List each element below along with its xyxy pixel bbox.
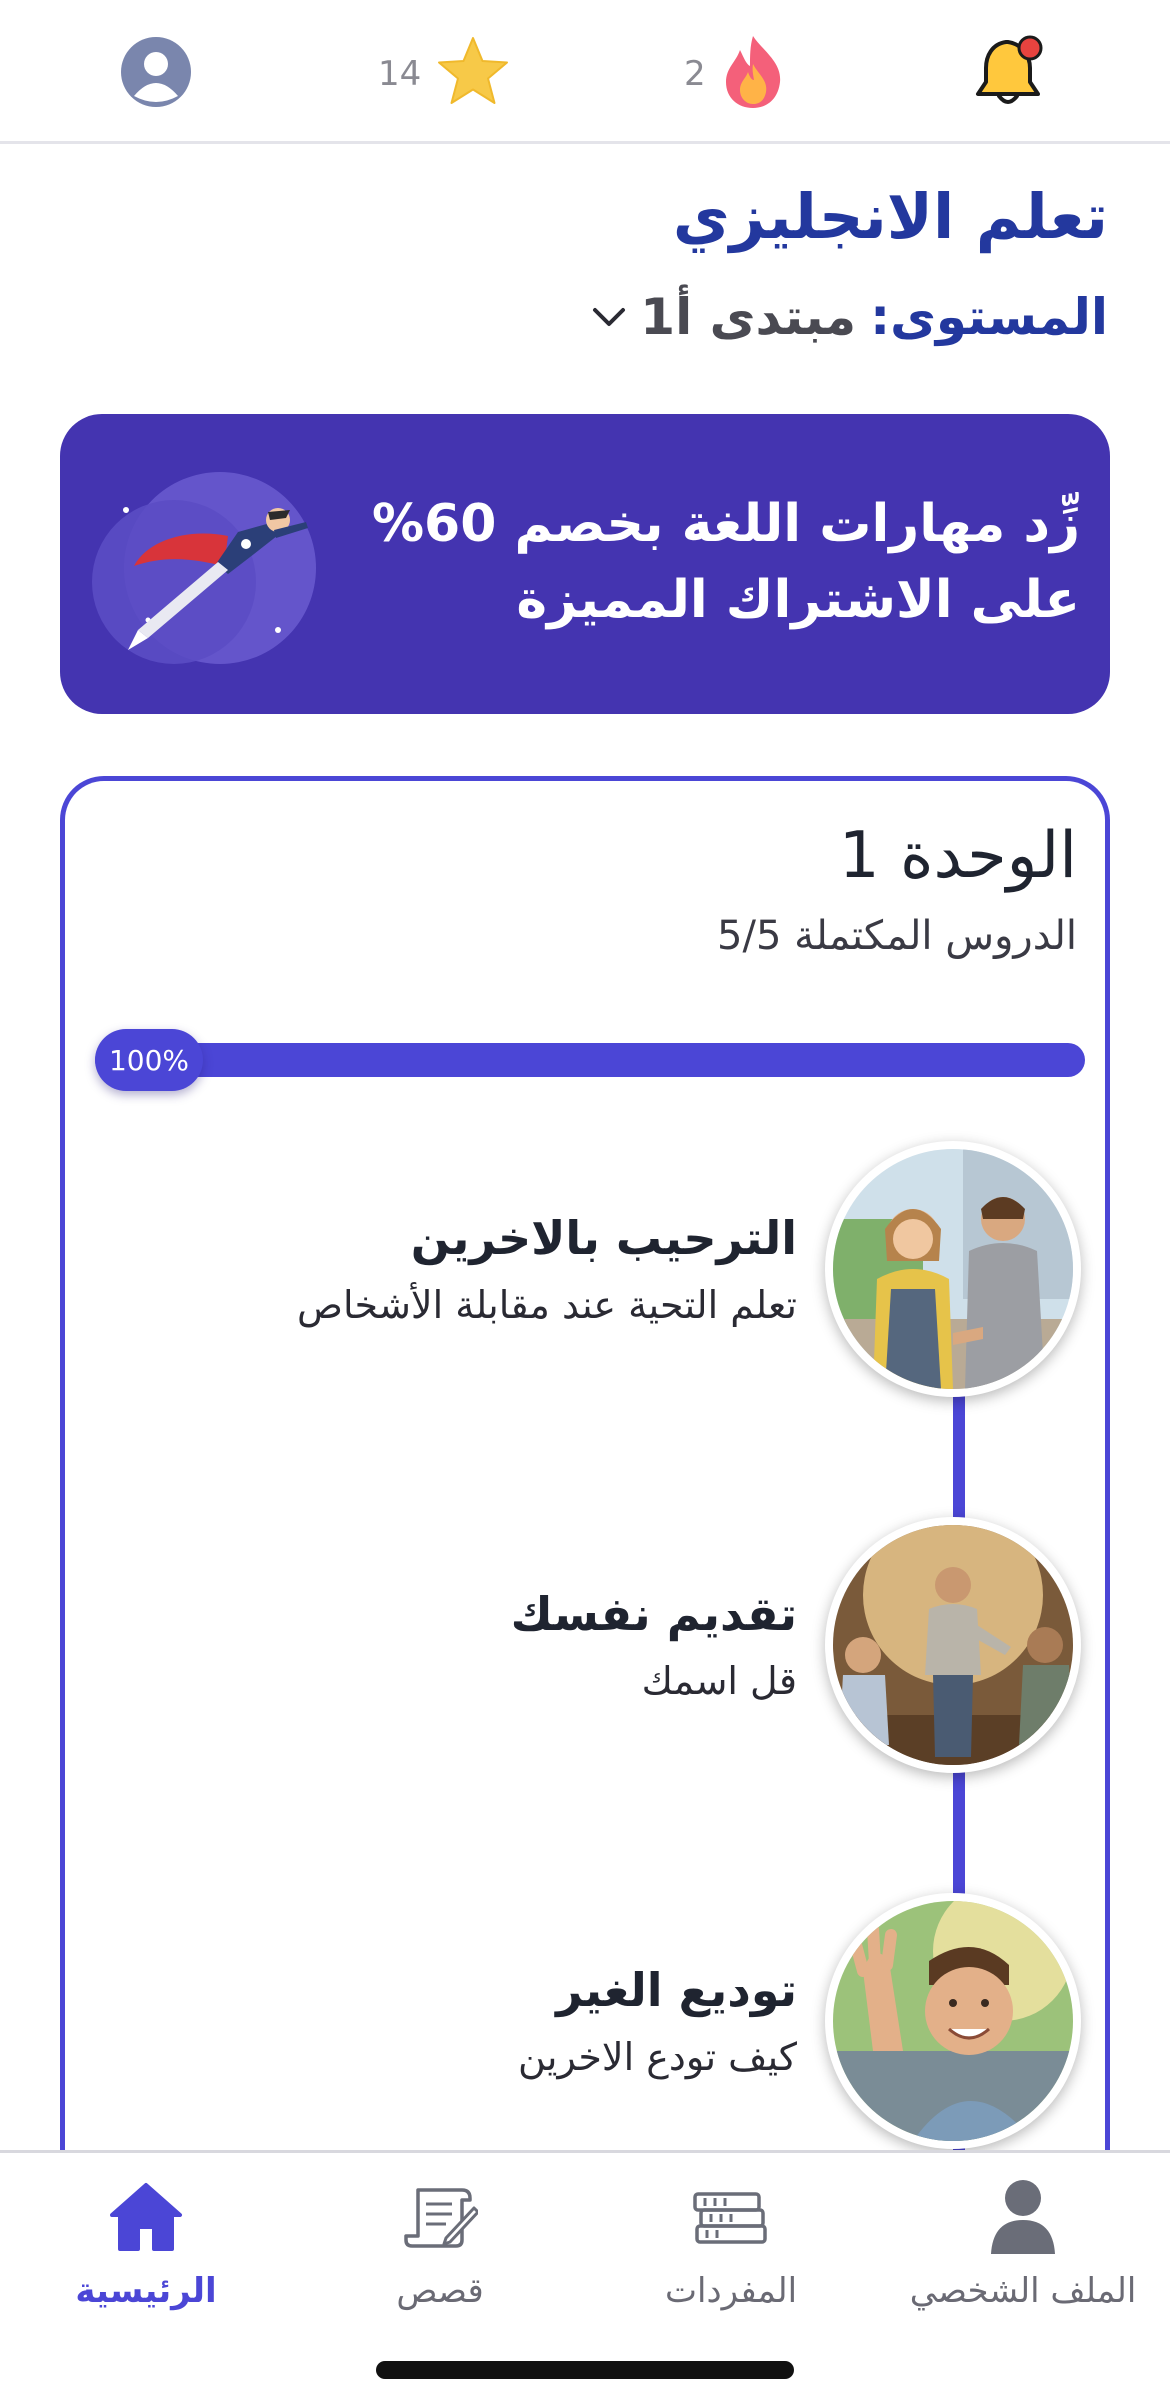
home-icon — [108, 2175, 184, 2259]
avatar-icon — [120, 36, 192, 112]
nav-item-home[interactable]: الرئيسية — [16, 2175, 276, 2325]
lesson-title: الترحيب بالاخرين — [410, 1211, 797, 1265]
home-indicator — [376, 2361, 794, 2379]
lesson-description: تعلم التحية عند مقابلة الأشخاص — [297, 1283, 797, 1327]
user-avatar[interactable] — [120, 34, 192, 114]
promo-text: زِّد مهارات اللغة بخصم 60% على الاشتراك … — [371, 494, 1080, 630]
lesson-title: توديع الغير — [556, 1963, 797, 2017]
top-status-bar: 14 2 — [0, 0, 1170, 144]
nav-label: المفردات — [665, 2271, 798, 2311]
lesson-item[interactable]: تقديم نفسك قل اسمك — [91, 1517, 1081, 1777]
scroll-icon — [402, 2175, 478, 2259]
course-title: تعلم الانجليزي — [672, 180, 1108, 253]
premium-promo-banner[interactable]: زِّد مهارات اللغة بخصم 60% على الاشتراك … — [60, 414, 1110, 714]
lesson-item[interactable]: توديع الغير كيف تودع الاخرين — [91, 1893, 1081, 2153]
books-icon — [691, 2175, 771, 2259]
progress-percentage-badge: 100% — [95, 1029, 203, 1091]
lesson-description: قل اسمك — [641, 1659, 797, 1703]
lesson-thumbnail — [825, 1517, 1081, 1773]
unit-title: الوحدة 1 — [838, 819, 1077, 893]
completed-lessons-count: الدروس المكتملة 5/5 — [717, 913, 1077, 959]
unit-progress-bar — [95, 1043, 1085, 1077]
star-icon — [435, 35, 511, 113]
nav-label: الرئيسية — [75, 2271, 217, 2311]
nav-label: الملف الشخصي — [909, 2271, 1137, 2311]
notifications-button[interactable] — [972, 34, 1048, 114]
level-selector[interactable]: المستوى: مبتدى أ1 — [592, 288, 1108, 346]
chevron-down-icon — [592, 305, 626, 329]
flame-icon — [720, 34, 786, 114]
flying-hero-illustration — [78, 470, 358, 670]
lesson-title: تقديم نفسك — [510, 1587, 797, 1641]
lesson-description: كيف تودع الاخرين — [517, 2035, 797, 2079]
bell-icon — [972, 34, 1048, 114]
level-label: المستوى: — [870, 288, 1108, 346]
stars-count: 14 — [378, 54, 422, 94]
streak-counter[interactable]: 2 — [684, 34, 786, 114]
lesson-thumbnail — [825, 1893, 1081, 2149]
streak-count: 2 — [684, 54, 706, 94]
level-value: مبتدى أ1 — [640, 288, 857, 346]
nav-item-vocabulary[interactable]: المفردات — [601, 2175, 861, 2325]
person-icon — [987, 2175, 1059, 2259]
nav-item-profile[interactable]: الملف الشخصي — [893, 2175, 1153, 2325]
lesson-item[interactable]: الترحيب بالاخرين تعلم التحية عند مقابلة … — [91, 1141, 1081, 1401]
bottom-navigation: الملف الشخصي المفردات قصص الرئيسية — [0, 2150, 1170, 2401]
nav-item-stories[interactable]: قصص — [310, 2175, 570, 2325]
lesson-thumbnail — [825, 1141, 1081, 1397]
nav-label: قصص — [396, 2271, 484, 2311]
stars-counter[interactable]: 14 — [378, 34, 511, 114]
